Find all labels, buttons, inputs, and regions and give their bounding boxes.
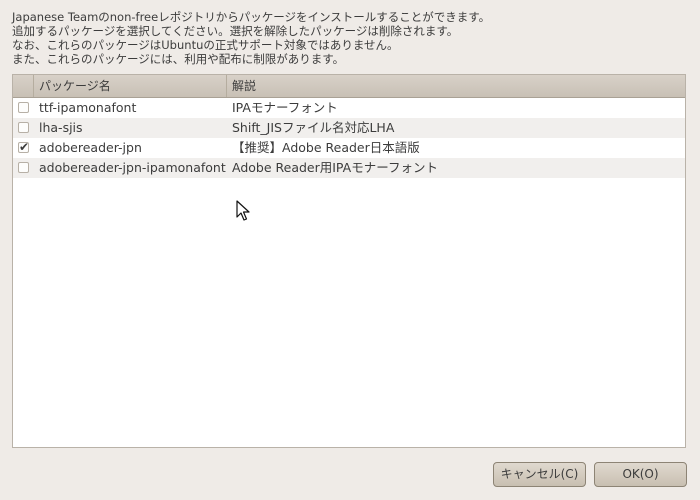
package-checkbox[interactable] — [18, 162, 29, 173]
column-header-check[interactable] — [13, 75, 34, 97]
column-header-package-name[interactable]: パッケージ名 — [34, 75, 227, 97]
package-name: ttf-ipamonafont — [39, 100, 137, 115]
package-name: lha-sjis — [39, 120, 83, 135]
cancel-button[interactable]: キャンセル(C) — [493, 462, 586, 487]
column-header-description[interactable]: 解説 — [227, 75, 685, 97]
package-name: adobereader-jpn — [39, 140, 142, 155]
package-checkbox[interactable] — [18, 122, 29, 133]
package-description: IPAモナーフォント — [232, 100, 338, 115]
package-description: 【推奨】Adobe Reader日本語版 — [232, 140, 420, 155]
row-check-cell[interactable] — [13, 118, 34, 138]
package-row[interactable]: ttf-ipamonafont IPAモナーフォント — [13, 98, 685, 118]
package-row[interactable]: ✔ adobereader-jpn 【推奨】Adobe Reader日本語版 — [13, 138, 685, 158]
description-line: なお、これらのパッケージはUbuntuの正式サポート対象ではありません。 — [12, 38, 399, 52]
row-check-cell[interactable]: ✔ — [13, 138, 34, 158]
description-line: Japanese Teamのnon-freeレポジトリからパッケージをインストー… — [12, 10, 491, 24]
package-checkbox[interactable]: ✔ — [18, 140, 29, 154]
package-list-header: パッケージ名 解説 — [13, 75, 685, 98]
row-check-cell[interactable] — [13, 98, 34, 118]
description-text: Japanese Teamのnon-freeレポジトリからパッケージをインストー… — [12, 10, 692, 66]
row-check-cell[interactable] — [13, 158, 34, 178]
pointer-cursor-icon — [236, 200, 250, 221]
package-name: adobereader-jpn-ipamonafont — [39, 160, 226, 175]
description-line: 追加するパッケージを選択してください。選択を解除したパッケージは削除されます。 — [12, 24, 459, 38]
package-row[interactable]: lha-sjis Shift_JISファイル名対応LHA — [13, 118, 685, 138]
checkmark-icon: ✔ — [19, 140, 30, 154]
package-description: Shift_JISファイル名対応LHA — [232, 120, 395, 135]
package-list[interactable]: パッケージ名 解説 ttf-ipamonafont IPAモナーフォント lha… — [12, 74, 686, 448]
package-row[interactable]: adobereader-jpn-ipamonafont Adobe Reader… — [13, 158, 685, 178]
description-line: また、これらのパッケージには、利用や配布に制限があります。 — [12, 52, 345, 66]
package-description: Adobe Reader用IPAモナーフォント — [232, 160, 438, 175]
package-checkbox[interactable] — [18, 102, 29, 113]
ok-button[interactable]: OK(O) — [594, 462, 687, 487]
